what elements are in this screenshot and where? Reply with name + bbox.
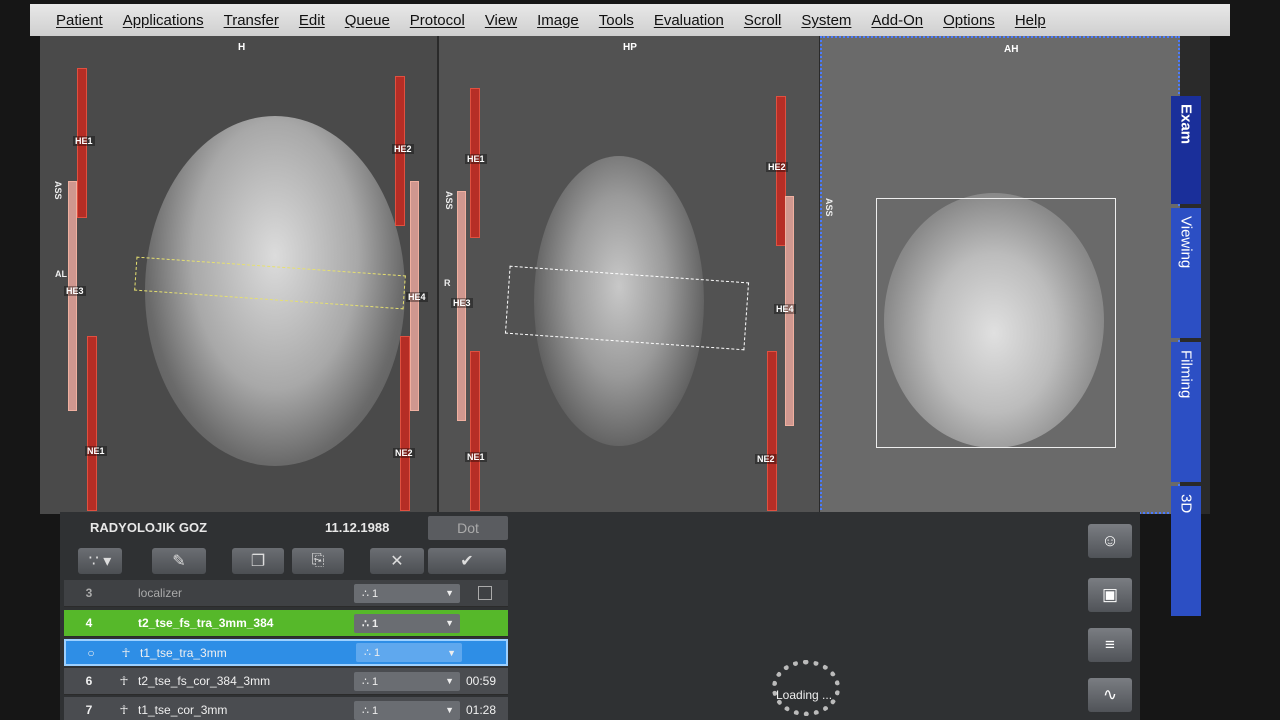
dot-button[interactable]: Dot [428,516,508,540]
patient-dob: 11.12.1988 [325,520,390,535]
coil-label: HE1 [73,136,95,146]
coil-label: HE3 [64,286,86,296]
queue-row-t2-tse-fs-cor[interactable]: 6 ☥ t2_tse_fs_cor_384_3mm ∴ 1 ▼ 00:59 [64,668,508,695]
waveform-icon[interactable]: ∿ [1088,678,1132,712]
menu-bar: Patient Applications Transfer Edit Queue… [30,4,1230,36]
row-number: 4 [85,616,93,630]
menu-tools[interactable]: Tools [589,12,644,29]
measurement-count-select[interactable]: ∴ 1 ▼ [356,643,462,662]
running-indicator-icon: ○ [87,645,95,660]
screen-icon[interactable]: ▣ [1088,578,1132,612]
measurement-count-select[interactable]: ∴ 1 ▼ [354,613,460,633]
orientation-label: H [238,42,246,53]
row-name: t1_tse_cor_3mm [138,703,228,717]
chevron-down-icon: ▼ [445,705,454,715]
copy-icon[interactable]: ⎘ [292,548,344,574]
row-name: localizer [138,586,183,600]
status-icon [478,586,492,600]
menu-scroll[interactable]: Scroll [734,12,792,29]
tab-3d[interactable]: 3D [1171,486,1201,616]
menu-view[interactable]: View [475,12,527,29]
coil-label: HE3 [451,298,473,308]
coil-label: HE4 [774,304,796,314]
menu-transfer[interactable]: Transfer [214,12,289,29]
person-icon: ☥ [121,645,131,660]
coil-label: HE2 [392,144,414,154]
queue-row-t1-tse-cor[interactable]: 7 ☥ t1_tse_cor_3mm ∴ 1 ▼ 01:28 [64,697,508,720]
tab-filming[interactable]: Filming [1171,342,1201,482]
orientation-label: AH [1004,44,1019,55]
side-label: AL [55,269,67,279]
chevron-down-icon: ▼ [445,588,454,598]
coil-label: HE1 [465,154,487,164]
menu-options[interactable]: Options [933,12,1005,29]
axial-viewport[interactable]: AH ASS R [820,36,1180,514]
patient-name: RADYOLOJIK GOZ [90,520,208,535]
chevron-down-icon: ▼ [445,618,454,628]
coronal-viewport[interactable]: HP HE1 HE2 HE3 HE4 NE1 NE2 ASS R [439,36,819,514]
menu-icon[interactable]: ∵ ▾ [78,548,122,574]
orientation-label: HP [623,42,637,53]
check-icon[interactable]: ✔ [428,548,506,574]
queue-row-localizer[interactable]: 3 localizer ∴ 1 ▼ [64,580,508,607]
coil-icon[interactable]: ≡ [1088,628,1132,662]
measurement-count-select[interactable]: ∴ 1 ▼ [354,700,460,720]
menu-evaluation[interactable]: Evaluation [644,12,734,29]
menu-edit[interactable]: Edit [289,12,335,29]
menu-image[interactable]: Image [527,12,589,29]
coil-label: HE4 [406,292,428,302]
pencil-icon[interactable]: ✎ [152,548,206,574]
side-label: ASS [444,191,454,210]
row-number: 3 [85,586,93,600]
side-tabs: Exam Viewing Filming 3D [1145,96,1201,616]
chevron-down-icon: ▼ [447,647,456,658]
head-icon[interactable]: ☺ [1088,524,1132,558]
row-number: 6 [85,674,93,688]
menu-add-on[interactable]: Add-On [861,12,933,29]
side-label: R [444,278,451,288]
side-label: R [822,288,823,298]
row-name: t2_tse_fs_cor_384_3mm [138,674,271,688]
row-number: 7 [85,703,93,717]
coil-label: NE1 [85,446,107,456]
row-name: t1_tse_tra_3mm [140,645,227,660]
exam-queue-panel: RADYOLOJIK GOZ 11.12.1988 Dot ∵ ▾ ✎ ❐ ⎘ … [60,512,1140,720]
tab-viewing[interactable]: Viewing [1171,208,1201,338]
sagittal-viewport[interactable]: H HE1 HE2 HE3 HE4 NE1 NE2 ASS AL [40,36,437,514]
menu-protocol[interactable]: Protocol [400,12,475,29]
viewport-area: H HE1 HE2 HE3 HE4 NE1 NE2 ASS AL HP HE1 … [40,36,1210,514]
chevron-down-icon: ▼ [445,676,454,686]
queue-row-t1-tse-tra[interactable]: ○ ☥ t1_tse_tra_3mm ∴ 1 ▼ [64,639,508,666]
menu-queue[interactable]: Queue [335,12,400,29]
coil-label: HE2 [766,162,788,172]
slice-volume-box[interactable] [876,198,1116,448]
coil-label: NE1 [465,452,487,462]
menu-help[interactable]: Help [1005,12,1056,29]
measurement-count-select[interactable]: ∴ 1 ▼ [354,583,460,603]
menu-system[interactable]: System [791,12,861,29]
side-label: ASS [824,198,834,217]
measurement-count-select[interactable]: ∴ 1 ▼ [354,671,460,691]
person-icon: ☥ [119,674,129,688]
close-icon[interactable]: ✕ [370,548,424,574]
menu-patient[interactable]: Patient [46,12,113,29]
side-label: ASS [53,181,63,200]
menu-applications[interactable]: Applications [113,12,214,29]
folder-icon[interactable]: ❐ [232,548,284,574]
row-duration: 00:59 [466,674,497,688]
coil-label: NE2 [755,454,777,464]
tab-exam[interactable]: Exam [1171,96,1201,204]
row-duration: 01:28 [466,703,497,717]
queue-row-t2-tse-fs-tra[interactable]: 4 t2_tse_fs_tra_3mm_384 ∴ 1 ▼ [64,610,508,637]
coil-label: NE2 [393,448,415,458]
loading-status: Loading ... [776,688,833,702]
person-icon: ☥ [119,703,129,717]
row-name: t2_tse_fs_tra_3mm_384 [138,616,274,630]
